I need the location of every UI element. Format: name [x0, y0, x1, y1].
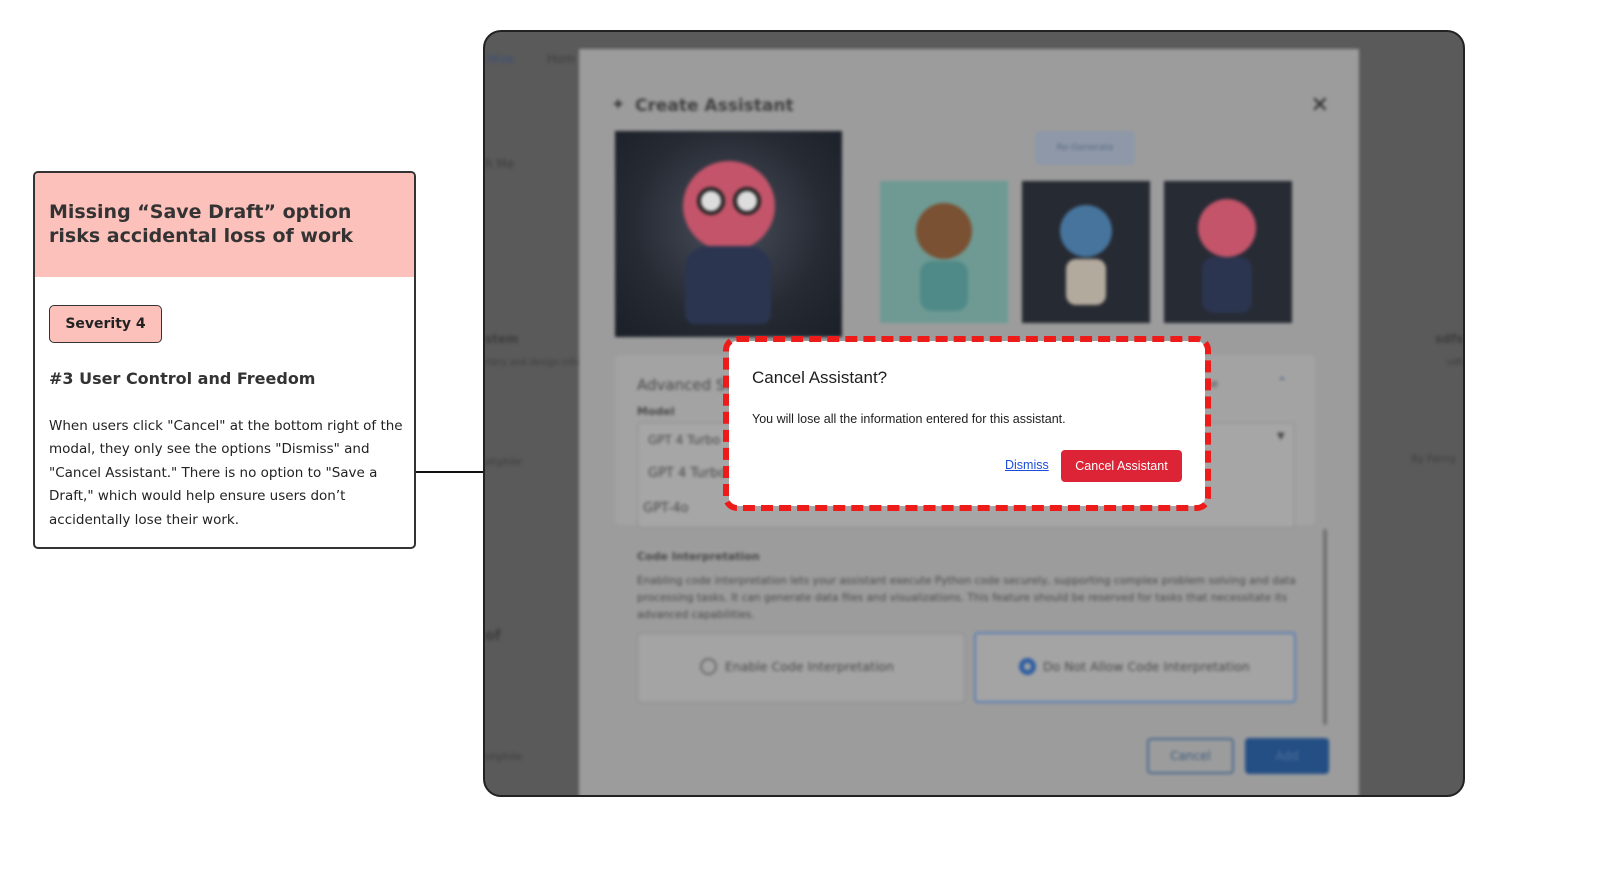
annotation-card: Missing “Save Draft” option risks accide…: [33, 171, 416, 549]
avatar-option-1[interactable]: [880, 181, 1008, 323]
modal-cancel-button[interactable]: Cancel: [1147, 738, 1234, 774]
background-text: of: [485, 628, 501, 644]
avatar-option-3[interactable]: [1164, 181, 1292, 323]
background-text: rtery and design info: [485, 358, 580, 368]
radio-unchecked-icon[interactable]: [700, 658, 717, 675]
background-text: sdfs: [1447, 358, 1465, 368]
modal-title: Create Assistant: [635, 96, 794, 116]
heuristic-label: #3 User Control and Freedom: [49, 369, 316, 388]
chevron-up-icon[interactable]: ⌃: [1277, 375, 1287, 389]
regenerate-button[interactable]: Re-Generate: [1035, 131, 1135, 165]
severity-badge: Severity 4: [49, 305, 162, 343]
code-interpretation-heading: Code Interpretation: [637, 550, 760, 563]
background-text: By Fanny: [1411, 454, 1457, 465]
selected-avatar-image: [615, 131, 842, 337]
radio-checked-icon[interactable]: [1019, 658, 1036, 675]
close-icon[interactable]: ✕: [1311, 93, 1329, 118]
background-text: ohphile: [485, 752, 522, 763]
enable-option-label: Enable Code Interpretation: [725, 659, 894, 674]
model-option[interactable]: GPT-4o: [643, 501, 689, 516]
sparkle-icon: ✦: [611, 95, 626, 115]
nav-item[interactable]: Hom: [547, 52, 575, 66]
avatar-option-2[interactable]: [1022, 181, 1150, 323]
annotation-title: Missing “Save Draft” option risks accide…: [49, 201, 353, 247]
chevron-down-icon[interactable]: ▼: [1277, 431, 1285, 442]
code-interpretation-description: Enabling code interpretation lets your a…: [637, 575, 1296, 621]
annotation-header: Missing “Save Draft” option risks accide…: [35, 173, 414, 277]
disallow-option-label: Do Not Allow Code Interpretation: [1043, 659, 1250, 674]
annotation-description: When users click "Cancel" at the bottom …: [49, 418, 403, 528]
background-text: h Me: [485, 157, 515, 171]
background-text: sdfs: [1435, 332, 1464, 346]
model-option[interactable]: GPT 4 Turbo: [648, 466, 726, 481]
nav-item[interactable]: Hive: [487, 52, 514, 66]
background-text: ohphile: [485, 457, 522, 468]
model-label: Model: [637, 405, 675, 418]
background-text: stem: [485, 332, 519, 346]
model-option[interactable]: GPT 4 Turbo: [648, 433, 720, 447]
modal-add-button[interactable]: Add: [1245, 738, 1329, 774]
scrollbar[interactable]: [1323, 529, 1327, 725]
highlight-outline: [723, 336, 1211, 511]
